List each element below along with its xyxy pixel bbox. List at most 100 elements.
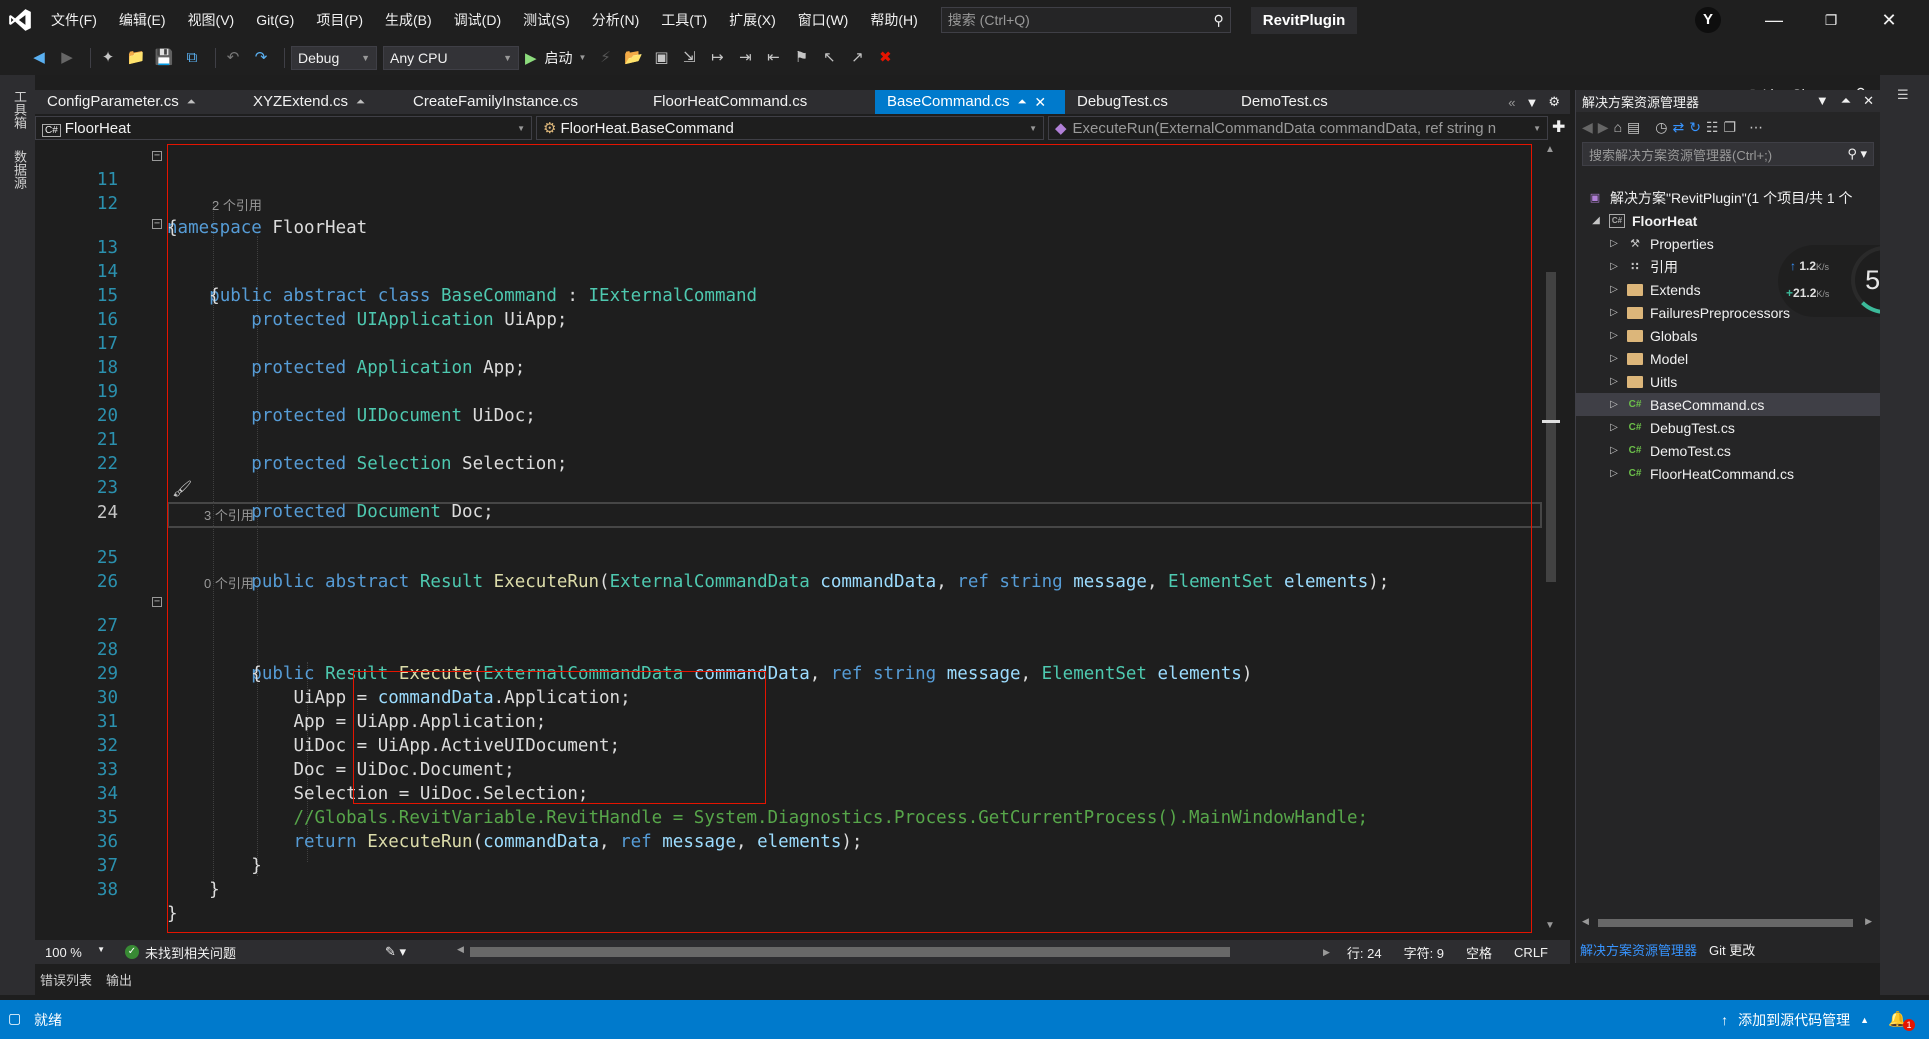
menu-window[interactable]: 窗口(W) — [787, 0, 860, 40]
scrollbar-thumb[interactable] — [470, 947, 1230, 957]
sync-icon[interactable]: ⇄ — [1672, 119, 1684, 136]
pin-icon[interactable]: ⏶ — [187, 90, 196, 114]
tab-error-list[interactable]: 错误列表 — [40, 970, 92, 992]
zoom-select[interactable]: 100 % ▼ — [35, 945, 115, 960]
tree-item[interactable]: ▷ C# DebugTest.cs — [1576, 416, 1881, 439]
menu-test[interactable]: 测试(S) — [512, 0, 581, 40]
menu-extensions[interactable]: 扩展(X) — [718, 0, 787, 40]
forward-icon[interactable]: ▶ — [1598, 119, 1609, 136]
scroll-up-icon[interactable]: ▲ — [1545, 144, 1555, 155]
tree-item[interactable]: ▷ C# BaseCommand.cs — [1576, 393, 1881, 416]
scroll-right-icon[interactable]: ▶ — [1865, 916, 1872, 927]
datasource-tab[interactable]: 数据源 — [10, 150, 29, 189]
navigate-forward-icon[interactable]: ▶ — [56, 47, 78, 69]
issues-indicator[interactable]: ✓ 未找到相关问题 — [115, 943, 315, 962]
fold-toggle-icon[interactable]: − — [152, 597, 162, 607]
open-file-icon[interactable]: 📁 — [125, 47, 147, 69]
menu-debug[interactable]: 调试(D) — [443, 0, 512, 40]
properties-icon[interactable]: ⋯ — [1749, 119, 1763, 136]
collapsed-arrow-icon[interactable]: ▷ — [1608, 399, 1620, 410]
gear-icon[interactable]: ⚙ — [1548, 94, 1560, 110]
line-indicator[interactable]: 行: 24 — [1347, 943, 1382, 962]
close-icon[interactable]: ✕ — [1034, 90, 1046, 114]
code-editor[interactable]: 11 − namespace FloorHeat 12 { 2 个引用 13 −… — [62, 142, 1542, 935]
solution-horizontal-scrollbar[interactable]: ◀ ▶ — [1582, 916, 1872, 930]
tree-item[interactable]: ▷ Globals — [1576, 324, 1881, 347]
tree-item[interactable]: ▷ C# DemoTest.cs — [1576, 439, 1881, 462]
collapsed-arrow-icon[interactable]: ▷ — [1608, 468, 1620, 479]
editor-horizontal-scrollbar[interactable]: ◀ — [435, 944, 1335, 958]
platform-select[interactable]: Any CPU ▼ — [383, 45, 519, 70]
collapsed-arrow-icon[interactable]: ▷ — [1608, 284, 1620, 295]
menu-file[interactable]: 文件(F) — [40, 0, 108, 40]
solution-search-input[interactable]: 搜索解决方案资源管理器(Ctrl+;) ⚲ ▾ — [1582, 142, 1874, 166]
pin-icon[interactable]: ⏶ — [356, 90, 365, 114]
menu-edit[interactable]: 编辑(E) — [108, 0, 177, 40]
new-project-icon[interactable]: ✦ — [97, 47, 119, 69]
menu-git[interactable]: Git(G) — [245, 0, 305, 40]
scroll-left-icon[interactable]: ◀ — [1582, 916, 1589, 927]
scroll-tabs-icon[interactable]: « — [1508, 95, 1515, 110]
collapsed-arrow-icon[interactable]: ▷ — [1608, 376, 1620, 387]
collapsed-arrow-icon[interactable]: ▷ — [1608, 445, 1620, 456]
window-icon[interactable]: ▢ — [8, 1010, 21, 1027]
solution-config-select[interactable]: Debug ▼ — [291, 45, 377, 70]
tree-project-node[interactable]: ◢ C# FloorHeat — [1576, 209, 1881, 232]
tab-demo-test[interactable]: DemoTest.cs — [1229, 90, 1379, 114]
switch-views-icon[interactable]: ▤ — [1627, 119, 1640, 136]
collapsed-arrow-icon[interactable]: ▷ — [1608, 307, 1620, 318]
bookmark-next-icon[interactable]: ↗ — [846, 47, 868, 69]
code-cleanup-brush-icon[interactable]: ✎ ▾ — [385, 944, 406, 960]
tab-git-changes[interactable]: Git 更改 — [1709, 940, 1755, 962]
outdent-icon[interactable]: ⇤ — [762, 47, 784, 69]
member-dropdown[interactable]: ◆ ExecuteRun(ExternalCommandData commandD… — [1048, 116, 1548, 140]
menu-project[interactable]: 项目(P) — [305, 0, 374, 40]
source-control-button[interactable]: ↑ 添加到源代码管理 ▲ — [1721, 1000, 1869, 1039]
menu-tools[interactable]: 工具(T) — [650, 0, 718, 40]
menu-build[interactable]: 生成(B) — [374, 0, 443, 40]
panel-menu-icon[interactable]: ▼ — [1816, 93, 1829, 109]
tree-item[interactable]: ▷ Uitls — [1576, 370, 1881, 393]
tab-solution-explorer[interactable]: 解决方案资源管理器 — [1580, 940, 1697, 962]
collapsed-arrow-icon[interactable]: ▷ — [1608, 238, 1620, 249]
tab-debug-test[interactable]: DebugTest.cs — [1065, 90, 1229, 114]
global-search-input[interactable]: 搜索 (Ctrl+Q) ⚲ — [940, 7, 1231, 33]
undo-icon[interactable]: ↶ — [222, 47, 244, 69]
indent-icon[interactable]: ⇥ — [734, 47, 756, 69]
redo-icon[interactable]: ↷ — [250, 47, 272, 69]
collapse-all-icon[interactable]: ☷ — [1706, 119, 1719, 136]
collapsed-arrow-icon[interactable]: ▷ — [1608, 330, 1620, 341]
close-window-icon[interactable]: ✕ — [1866, 0, 1912, 40]
bookmark-icon[interactable]: ⚑ — [790, 47, 812, 69]
step-into-icon[interactable]: ⇲ — [678, 47, 700, 69]
toolbox-tab[interactable]: 工具箱 — [10, 90, 29, 129]
home-icon[interactable]: ⌂ — [1614, 119, 1622, 135]
minimize-icon[interactable]: — — [1751, 0, 1797, 40]
visual-studio-logo-icon[interactable] — [0, 0, 40, 40]
tree-solution-node[interactable]: ▣ 解决方案"RevitPlugin"(1 个项目/共 1 个 — [1576, 186, 1881, 209]
collapsed-arrow-icon[interactable]: ▷ — [1608, 353, 1620, 364]
restore-icon[interactable]: ❐ — [1808, 0, 1854, 40]
save-icon[interactable]: 💾 — [153, 47, 175, 69]
split-editor-icon[interactable]: ✚ — [1552, 116, 1565, 140]
save-all-icon[interactable]: ⧉ — [181, 47, 203, 69]
project-dropdown[interactable]: C# FloorHeat ▼ — [35, 116, 532, 140]
show-all-files-icon[interactable]: ❐ — [1724, 119, 1737, 136]
pin-icon[interactable]: ⏶ — [1841, 93, 1851, 109]
tree-item[interactable]: ▷ Model — [1576, 347, 1881, 370]
screenshot-icon[interactable]: ▣ — [650, 47, 672, 69]
tab-create-family-instance[interactable]: CreateFamilyInstance.cs — [401, 90, 641, 114]
tab-base-command[interactable]: BaseCommand.cs ⏶ ✕ — [875, 90, 1065, 114]
hot-reload-icon[interactable]: ⚡ — [594, 47, 616, 69]
scroll-down-icon[interactable]: ▼ — [1545, 920, 1555, 931]
tab-floor-heat-command[interactable]: FloorHeatCommand.cs — [641, 90, 875, 114]
fold-toggle-icon[interactable]: − — [152, 151, 162, 161]
char-indicator[interactable]: 字符: 9 — [1404, 943, 1444, 962]
start-debugging-button[interactable]: ▶ 启动 ▼ — [525, 48, 586, 68]
back-icon[interactable]: ◀ — [1582, 119, 1593, 136]
browse-folder-icon[interactable]: 📂 — [622, 47, 644, 69]
pin-icon[interactable]: ⏶ — [1018, 90, 1027, 114]
step-over-icon[interactable]: ↦ — [706, 47, 728, 69]
tab-output[interactable]: 输出 — [106, 970, 132, 992]
scrollbar-thumb[interactable] — [1546, 272, 1556, 582]
